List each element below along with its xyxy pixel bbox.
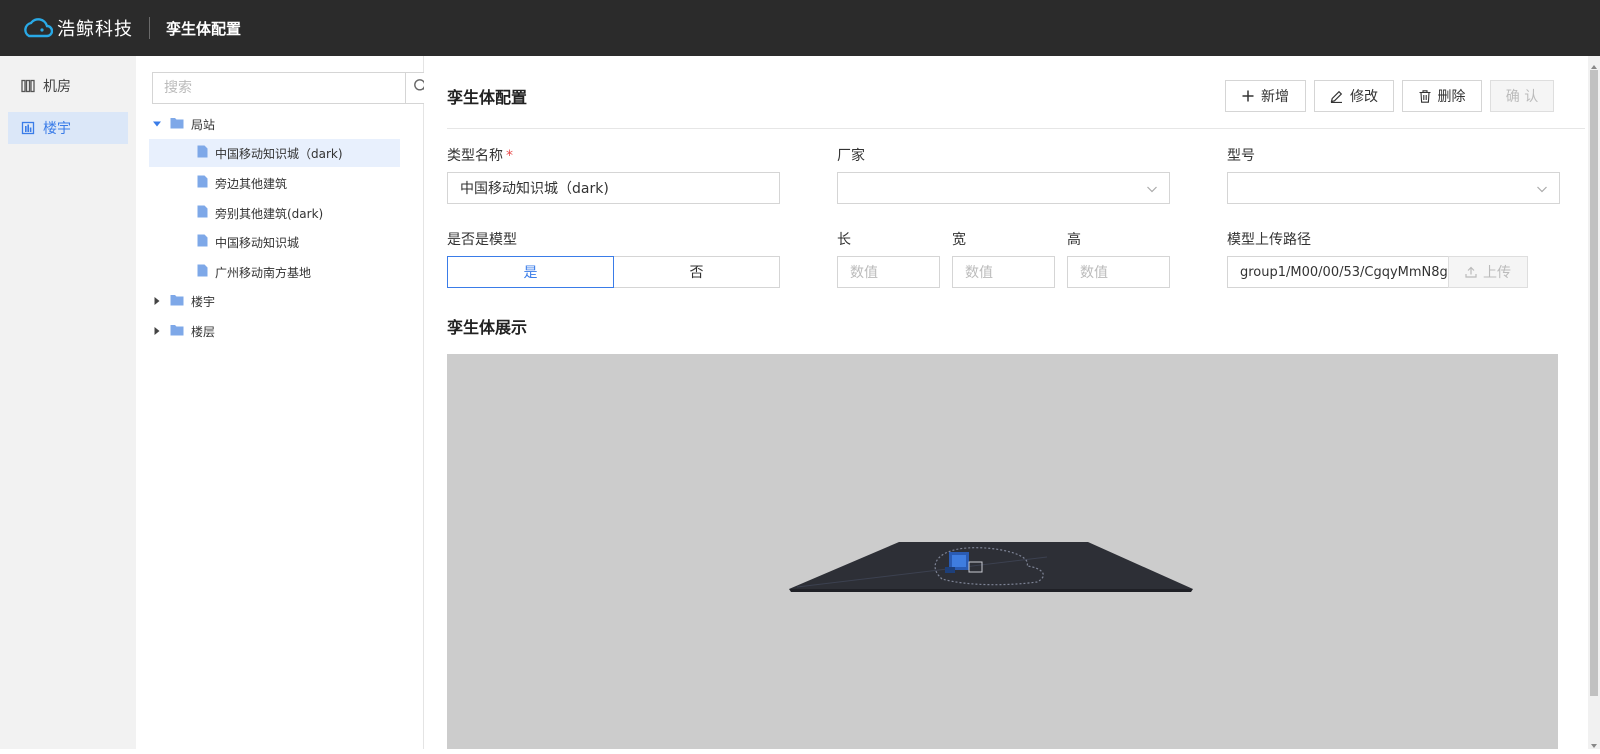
folder-icon bbox=[170, 294, 184, 309]
delete-button-label: 删除 bbox=[1437, 89, 1466, 105]
tree-node-label: 中国移动知识城（dark) bbox=[215, 146, 343, 161]
vendor-select[interactable] bbox=[837, 172, 1170, 204]
scroll-down-arrow-icon[interactable] bbox=[1590, 738, 1598, 748]
tree-node-file[interactable]: 旁别其他建筑(dark) bbox=[149, 199, 400, 227]
height-label: 高 bbox=[1067, 232, 1081, 248]
building-icon bbox=[21, 121, 35, 135]
scroll-up-arrow-icon[interactable] bbox=[1590, 59, 1598, 69]
tree-node-folder[interactable]: 楼宇 bbox=[150, 287, 400, 315]
model-3d-viewport[interactable] bbox=[447, 354, 1558, 749]
file-icon bbox=[197, 234, 208, 250]
tree-node-file[interactable]: 旁边其他建筑 bbox=[149, 169, 400, 197]
upload-path-label: 模型上传路径 bbox=[1227, 232, 1311, 248]
width-label: 宽 bbox=[952, 232, 966, 248]
upload-icon bbox=[1465, 266, 1477, 278]
is-model-yes-option[interactable]: 是 bbox=[447, 256, 614, 288]
type-name-field[interactable]: 中国移动知识城（dark) bbox=[447, 172, 780, 204]
tree-node-file[interactable]: 广州移动南方基地 bbox=[149, 258, 400, 286]
page-scrollbar[interactable] bbox=[1588, 56, 1600, 749]
file-icon bbox=[197, 145, 208, 161]
is-model-label: 是否是模型 bbox=[447, 232, 517, 248]
caret-right-icon[interactable] bbox=[150, 294, 164, 308]
folder-icon bbox=[170, 117, 184, 132]
brand-logo[interactable]: 浩鲸科技 bbox=[23, 15, 133, 41]
caret-down-icon[interactable] bbox=[150, 117, 164, 131]
length-placeholder: 数值 bbox=[850, 265, 878, 281]
tree-search-input[interactable] bbox=[152, 72, 405, 104]
type-name-value: 中国移动知识城（dark) bbox=[460, 181, 609, 197]
chevron-down-icon bbox=[1146, 183, 1158, 199]
tree-node-label: 中国移动知识城 bbox=[215, 235, 300, 250]
upload-button[interactable]: 上传 bbox=[1448, 256, 1528, 288]
upload-path-input[interactable]: group1/M00/00/53/CgqyMmN8gMu bbox=[1227, 256, 1449, 288]
left-nav: 机房 楼宇 bbox=[0, 56, 136, 749]
tree-node-label: 局站 bbox=[191, 117, 216, 132]
preview-section-title: 孪生体展示 bbox=[447, 318, 528, 337]
page-title: 孪生体配置 bbox=[447, 88, 528, 107]
plus-icon bbox=[1242, 90, 1254, 102]
edit-button[interactable]: 修改 bbox=[1314, 80, 1394, 112]
header-divider bbox=[149, 17, 150, 39]
nav-item-rack-room[interactable]: 机房 bbox=[8, 70, 128, 102]
main-content: 孪生体配置 新增 修改 删除 确 认 类型名称 * 厂家 型号 中国移动知识城（d… bbox=[424, 56, 1588, 749]
model-label: 型号 bbox=[1227, 148, 1255, 164]
chevron-down-icon bbox=[1536, 183, 1548, 199]
height-input[interactable]: 数值 bbox=[1067, 256, 1170, 288]
type-name-label-text: 类型名称 bbox=[447, 148, 503, 164]
model-select[interactable] bbox=[1227, 172, 1560, 204]
confirm-button-label: 确 认 bbox=[1505, 89, 1539, 105]
tree-node-label: 广州移动南方基地 bbox=[215, 265, 312, 280]
upload-path-value: group1/M00/00/53/CgqyMmN8gMu bbox=[1240, 264, 1449, 280]
rack-icon bbox=[21, 79, 35, 93]
model-3d-render bbox=[789, 542, 1193, 592]
file-icon bbox=[197, 264, 208, 280]
caret-right-icon[interactable] bbox=[150, 324, 164, 338]
is-model-no-option[interactable]: 否 bbox=[613, 256, 780, 288]
tree-node-file[interactable]: 中国移动知识城（dark) bbox=[149, 139, 400, 167]
tree-node-folder[interactable]: 楼层 bbox=[150, 317, 400, 345]
delete-button[interactable]: 删除 bbox=[1402, 80, 1482, 112]
length-label: 长 bbox=[837, 232, 851, 248]
is-model-no-label: 否 bbox=[689, 265, 704, 281]
add-button[interactable]: 新增 bbox=[1225, 80, 1306, 112]
width-placeholder: 数值 bbox=[965, 265, 993, 281]
tree-node-folder[interactable]: 局站 bbox=[150, 110, 400, 138]
pencil-icon bbox=[1330, 90, 1343, 103]
vendor-label: 厂家 bbox=[837, 148, 865, 164]
add-button-label: 新增 bbox=[1261, 89, 1289, 105]
tree-node-label: 旁别其他建筑(dark) bbox=[215, 206, 324, 221]
type-name-label: 类型名称 * bbox=[447, 145, 513, 165]
upload-button-label: 上传 bbox=[1483, 265, 1511, 281]
confirm-button[interactable]: 确 认 bbox=[1490, 80, 1554, 112]
edit-button-label: 修改 bbox=[1350, 89, 1378, 105]
top-header: 浩鲸科技 孪生体配置 bbox=[0, 0, 1600, 56]
is-model-yes-label: 是 bbox=[523, 265, 538, 281]
brand-name: 浩鲸科技 bbox=[57, 19, 133, 40]
tree-node-file[interactable]: 中国移动知识城 bbox=[149, 228, 400, 256]
height-placeholder: 数值 bbox=[1080, 265, 1108, 281]
cloud-logo-icon bbox=[23, 18, 53, 38]
width-input[interactable]: 数值 bbox=[952, 256, 1055, 288]
folder-icon bbox=[170, 324, 184, 339]
required-mark: * bbox=[506, 148, 513, 164]
title-divider bbox=[447, 128, 1585, 129]
tree-node-label: 旁边其他建筑 bbox=[215, 176, 288, 191]
tree-node-label: 楼宇 bbox=[191, 294, 216, 309]
header-page-title: 孪生体配置 bbox=[166, 19, 242, 38]
nav-item-label: 楼宇 bbox=[43, 121, 71, 137]
length-input[interactable]: 数值 bbox=[837, 256, 940, 288]
nav-item-label: 机房 bbox=[43, 79, 71, 95]
file-icon bbox=[197, 175, 208, 191]
nav-item-building[interactable]: 楼宇 bbox=[8, 112, 128, 144]
scrollbar-thumb[interactable] bbox=[1590, 70, 1598, 696]
file-icon bbox=[197, 205, 208, 221]
tree-node-label: 楼层 bbox=[191, 324, 216, 339]
tree-panel: 局站 中国移动知识城（dark) 旁边其他建筑 旁别其他建筑(dark) 中国移… bbox=[136, 56, 436, 749]
trash-icon bbox=[1419, 89, 1431, 103]
